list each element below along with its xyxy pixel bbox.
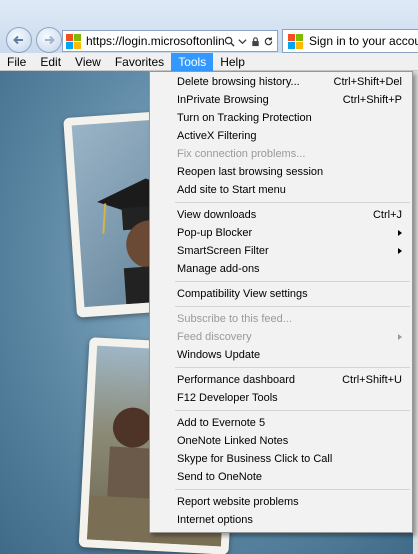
menu-item-onenote-linked-notes[interactable]: OneNote Linked Notes <box>150 432 412 450</box>
menu-item-label: OneNote Linked Notes <box>177 435 289 447</box>
menu-item-shortcut: Ctrl+Shift+Del <box>333 76 402 88</box>
forward-button[interactable] <box>36 27 62 53</box>
address-bar[interactable]: https://login.microsoftonline.... <box>62 30 278 52</box>
menu-item-smartscreen-filter[interactable]: SmartScreen Filter <box>150 242 412 260</box>
menu-item-label: ActiveX Filtering <box>177 130 257 142</box>
menu-item-label: Send to OneNote <box>177 471 263 483</box>
microsoft-logo-icon <box>288 33 303 49</box>
menu-item-send-to-onenote[interactable]: Send to OneNote <box>150 468 412 486</box>
back-arrow-icon <box>13 35 23 45</box>
menu-item-performance-dashboard[interactable]: Performance dashboard Ctrl+Shift+U <box>150 371 412 389</box>
menu-item-label: View downloads <box>177 209 257 221</box>
menu-item-delete-browsing-history[interactable]: Delete browsing history... Ctrl+Shift+Del <box>150 73 412 91</box>
menu-view[interactable]: View <box>68 53 108 71</box>
menu-separator <box>175 202 410 203</box>
menu-item-add-site-to-start-menu[interactable]: Add site to Start menu <box>150 181 412 199</box>
menu-tools[interactable]: Tools <box>171 52 214 71</box>
menu-item-label: SmartScreen Filter <box>177 245 269 257</box>
menu-item-internet-options[interactable]: Internet options <box>150 511 412 529</box>
menu-item-label: Pop-up Blocker <box>177 227 253 239</box>
address-url[interactable]: https://login.microsoftonline.... <box>86 34 224 48</box>
menu-item-activex-filtering[interactable]: ActiveX Filtering <box>150 127 412 145</box>
menu-item-shortcut: Ctrl+J <box>372 209 402 221</box>
menu-item-label: Windows Update <box>177 349 261 361</box>
menu-item-label: Report website problems <box>177 496 299 508</box>
menu-separator <box>175 410 410 411</box>
menu-item-subscribe-to-this-feed: Subscribe to this feed... <box>150 310 412 328</box>
back-button[interactable] <box>6 27 32 53</box>
menu-item-label: Reopen last browsing session <box>177 166 324 178</box>
tab-title: Sign in to your account <box>309 34 418 48</box>
menu-item-view-downloads[interactable]: View downloads Ctrl+J <box>150 206 412 224</box>
menu-help[interactable]: Help <box>213 53 252 71</box>
search-icon[interactable] <box>224 36 235 47</box>
menu-item-shortcut: Ctrl+Shift+U <box>342 374 402 386</box>
menu-item-label: Add site to Start menu <box>177 184 286 196</box>
forward-arrow-icon <box>45 35 55 45</box>
browser-title-bar: https://login.microsoftonline.... Sign i… <box>0 0 418 58</box>
menu-item-fix-connection-problems: Fix connection problems... <box>150 145 412 163</box>
menu-file[interactable]: File <box>0 53 33 71</box>
menu-item-add-to-evernote-5[interactable]: Add to Evernote 5 <box>150 414 412 432</box>
menu-item-label: Performance dashboard <box>177 374 296 386</box>
menu-item-label: Skype for Business Click to Call <box>177 453 333 465</box>
refresh-icon[interactable] <box>263 36 274 47</box>
menu-item-pop-up-blocker[interactable]: Pop-up Blocker <box>150 224 412 242</box>
browser-tab[interactable]: Sign in to your account <box>282 29 418 53</box>
microsoft-logo-icon <box>66 33 81 49</box>
menu-item-label: Internet options <box>177 514 253 526</box>
menu-item-label: Feed discovery <box>177 331 252 343</box>
menu-separator <box>175 367 410 368</box>
vertical-scrollbar[interactable] <box>413 71 418 554</box>
menu-item-manage-add-ons[interactable]: Manage add-ons <box>150 260 412 278</box>
menu-separator <box>175 306 410 307</box>
menu-item-label: Delete browsing history... <box>177 76 300 88</box>
submenu-arrow-icon <box>398 334 402 340</box>
menu-edit[interactable]: Edit <box>33 53 68 71</box>
submenu-arrow-icon <box>398 248 402 254</box>
menu-item-label: Subscribe to this feed... <box>177 313 292 325</box>
tools-dropdown-menu: Delete browsing history... Ctrl+Shift+Del… <box>149 71 413 533</box>
menu-bar: File Edit View Favorites Tools Help <box>0 52 418 71</box>
menu-separator <box>175 281 410 282</box>
menu-item-compatibility-view-settings[interactable]: Compatibility View settings <box>150 285 412 303</box>
menu-item-label: Fix connection problems... <box>177 148 306 160</box>
menu-item-inprivate-browsing[interactable]: InPrivate Browsing Ctrl+Shift+P <box>150 91 412 109</box>
menu-separator <box>175 489 410 490</box>
menu-item-shortcut: Ctrl+Shift+P <box>342 94 402 106</box>
menu-item-label: Compatibility View settings <box>177 288 308 300</box>
lock-icon[interactable] <box>250 36 261 47</box>
menu-item-turn-on-tracking-protection[interactable]: Turn on Tracking Protection <box>150 109 412 127</box>
menu-item-f12-developer-tools[interactable]: F12 Developer Tools <box>150 389 412 407</box>
menu-item-label: InPrivate Browsing <box>177 94 269 106</box>
menu-item-label: Manage add-ons <box>177 263 260 275</box>
menu-item-reopen-last-browsing-session[interactable]: Reopen last browsing session <box>150 163 412 181</box>
menu-item-label: F12 Developer Tools <box>177 392 278 404</box>
menu-item-skype-for-business-click-to-call[interactable]: Skype for Business Click to Call <box>150 450 412 468</box>
menu-item-feed-discovery: Feed discovery <box>150 328 412 346</box>
submenu-arrow-icon <box>398 230 402 236</box>
menu-favorites[interactable]: Favorites <box>108 53 171 71</box>
chevron-down-icon[interactable] <box>237 36 248 47</box>
menu-item-windows-update[interactable]: Windows Update <box>150 346 412 364</box>
menu-item-label: Add to Evernote 5 <box>177 417 266 429</box>
menu-item-report-website-problems[interactable]: Report website problems <box>150 493 412 511</box>
menu-item-label: Turn on Tracking Protection <box>177 112 312 124</box>
